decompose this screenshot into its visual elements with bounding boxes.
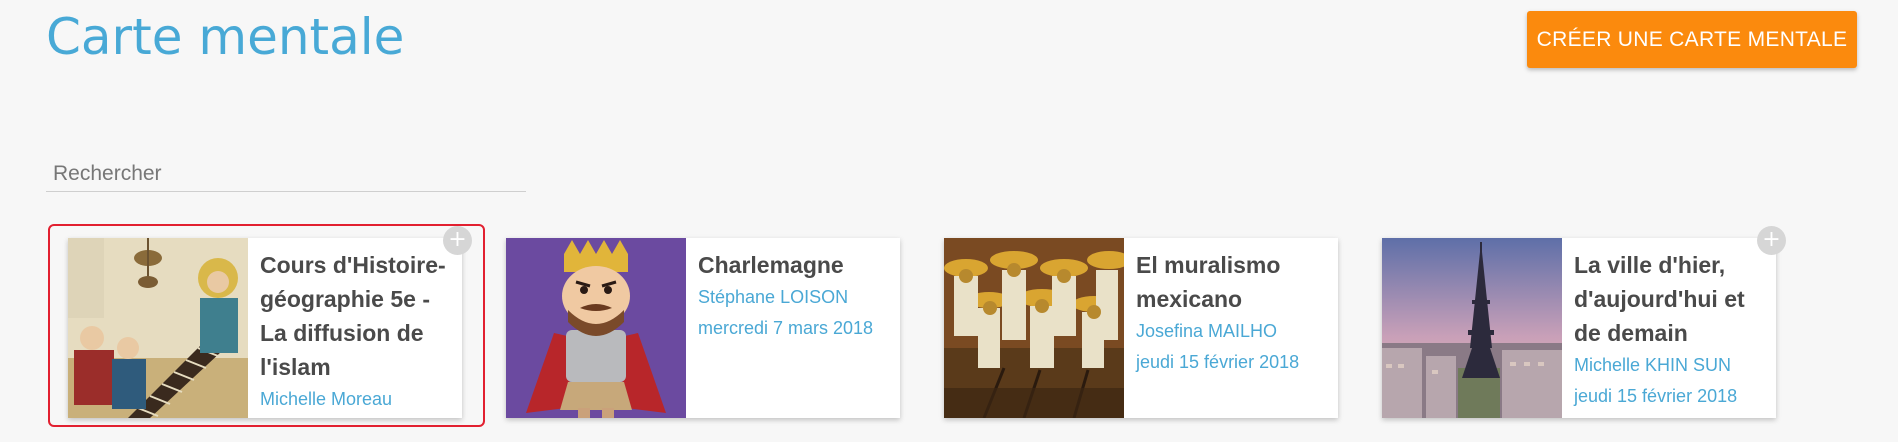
card-body: Charlemagne Stéphane LOISON mercredi 7 m… (698, 248, 894, 344)
card-title[interactable]: El muralismo mexicano (1136, 248, 1332, 316)
card-date: mercredi 7 mars 2018 (698, 318, 874, 338)
page-title: Carte mentale (46, 8, 405, 66)
plus-icon[interactable]: + (443, 226, 472, 255)
mind-map-card[interactable]: El muralismo mexicano Josefina MAILHO je… (944, 238, 1338, 418)
card-title[interactable]: Charlemagne (698, 248, 894, 282)
charlemagne-image (506, 238, 686, 418)
card-body: La ville d'hier, d'aujourd'hui et de dem… (1574, 248, 1770, 412)
mind-map-card[interactable]: La ville d'hier, d'aujourd'hui et de dem… (1382, 238, 1776, 418)
plus-icon[interactable]: + (1757, 226, 1786, 255)
islam-manuscript-image (68, 238, 248, 418)
card-thumbnail (1382, 238, 1562, 418)
card-author: Josefina MAILHO (1136, 321, 1278, 341)
search-input[interactable] (46, 150, 526, 191)
card-author: Stéphane LOISON (698, 287, 849, 307)
card-thumbnail (944, 238, 1124, 418)
create-mind-map-button[interactable]: CRÉER UNE CARTE MENTALE (1527, 11, 1857, 68)
card-date: jeudi 15 février 2018 (1574, 386, 1738, 406)
card-body: Cours d'Histoire-géographie 5e - La diff… (260, 248, 456, 415)
card-thumbnail (506, 238, 686, 418)
page: Carte mentale CRÉER UNE CARTE MENTALE Re… (0, 0, 1898, 442)
card-date: jeudi 15 février 2018 (1136, 352, 1300, 372)
card-author: Michelle Moreau (260, 389, 393, 409)
card-title[interactable]: Cours d'Histoire-géographie 5e - La diff… (260, 248, 456, 384)
card-author: Michelle KHIN SUN (1574, 355, 1732, 375)
card-body: El muralismo mexicano Josefina MAILHO je… (1136, 248, 1332, 378)
mind-map-card[interactable]: Cours d'Histoire-géographie 5e - La diff… (68, 238, 462, 418)
mexican-mural-image (944, 238, 1124, 418)
search-field (46, 150, 526, 192)
card-thumbnail (68, 238, 248, 418)
mind-map-card[interactable]: Charlemagne Stéphane LOISON mercredi 7 m… (506, 238, 900, 418)
card-title[interactable]: La ville d'hier, d'aujourd'hui et de dem… (1574, 248, 1770, 350)
paris-eiffel-tower-image (1382, 238, 1562, 418)
